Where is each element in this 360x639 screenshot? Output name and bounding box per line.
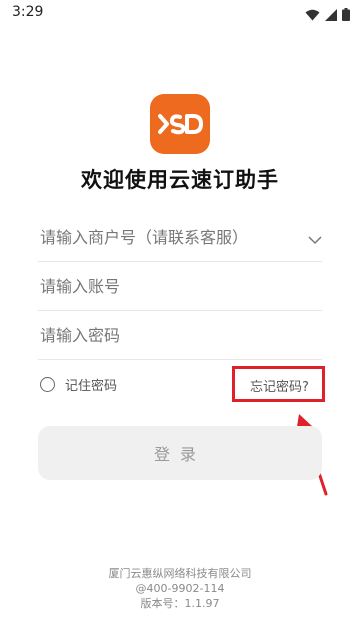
merchant-input[interactable]	[38, 228, 322, 247]
battery-icon	[342, 6, 350, 25]
forgot-password-link[interactable]: 忘记密码?	[250, 376, 309, 395]
version-label: 版本号：1.1.97	[140, 597, 220, 610]
welcome-title: 欢迎使用云速订助手	[81, 168, 279, 192]
ysd-logo-icon	[158, 114, 203, 135]
signal-icon	[325, 6, 337, 25]
merchant-field[interactable]	[38, 214, 322, 262]
login-button[interactable]: 登录	[38, 426, 322, 480]
app-logo	[150, 94, 210, 154]
status-bar: 3:29	[0, 0, 360, 26]
chevron-down-icon[interactable]	[308, 230, 322, 249]
footer: 厦门云惠纵网络科技有限公司 @400-9902-114 版本号：1.1.97	[0, 566, 360, 611]
account-field[interactable]	[38, 263, 322, 311]
support-phone: @400-9902-114	[135, 582, 225, 595]
company-name: 厦门云惠纵网络科技有限公司	[108, 567, 252, 580]
remember-radio[interactable]	[40, 377, 55, 392]
status-icons	[305, 6, 350, 25]
remember-label: 记住密码	[65, 379, 118, 394]
wifi-icon	[305, 6, 320, 25]
login-screen: 3:29 欢迎使用云速订助手 请输入商户号（请联系客服） 请输入账号 记住密码 …	[0, 0, 360, 639]
remember-password-toggle[interactable]: 记住密码	[40, 375, 117, 394]
status-time: 3:29	[12, 4, 44, 20]
password-field[interactable]	[38, 312, 322, 360]
account-input[interactable]	[38, 277, 322, 296]
password-input[interactable]	[38, 326, 322, 345]
